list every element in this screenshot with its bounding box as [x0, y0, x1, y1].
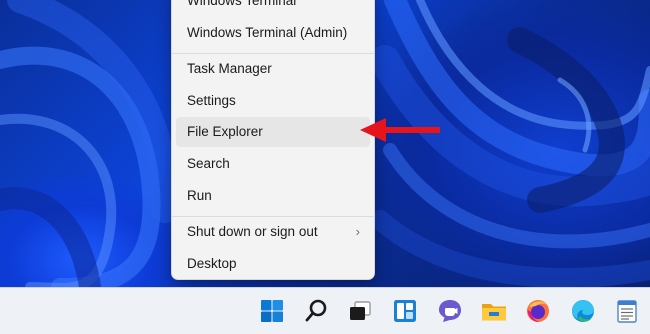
- search-icon[interactable]: [302, 297, 330, 325]
- menu-item-shut-down[interactable]: Shut down or sign out ›: [176, 217, 370, 247]
- teams-chat-icon[interactable]: [436, 297, 464, 325]
- widgets-icon[interactable]: [391, 297, 419, 325]
- file-explorer-icon[interactable]: [480, 297, 508, 325]
- menu-item-task-manager[interactable]: Task Manager: [176, 54, 370, 84]
- menu-item-search[interactable]: Search: [176, 149, 370, 179]
- menu-item-windows-terminal-admin[interactable]: Windows Terminal (Admin): [176, 18, 370, 48]
- firefox-icon[interactable]: [524, 297, 552, 325]
- menu-item-label: Windows Terminal: [187, 0, 297, 8]
- menu-item-run[interactable]: Run: [176, 181, 370, 211]
- winx-context-menu: Windows Terminal Windows Terminal (Admin…: [171, 0, 375, 280]
- menu-item-label: Settings: [187, 93, 236, 108]
- taskbar: [0, 287, 650, 334]
- menu-item-label: Search: [187, 156, 230, 171]
- menu-item-label: File Explorer: [187, 124, 263, 139]
- notepad-icon[interactable]: [613, 297, 641, 325]
- menu-item-label: Run: [187, 188, 212, 203]
- menu-item-label: Windows Terminal (Admin): [187, 25, 348, 40]
- task-view-icon[interactable]: [346, 297, 374, 325]
- menu-item-label: Shut down or sign out: [187, 224, 318, 239]
- menu-item-desktop[interactable]: Desktop: [176, 249, 370, 279]
- menu-item-label: Task Manager: [187, 61, 272, 76]
- edge-icon[interactable]: [569, 297, 597, 325]
- menu-item-label: Desktop: [187, 256, 237, 271]
- menu-item-windows-terminal[interactable]: Windows Terminal: [176, 0, 370, 16]
- menu-item-file-explorer[interactable]: File Explorer: [176, 117, 370, 147]
- start-icon[interactable]: [258, 297, 286, 325]
- annotation-arrow-file-explorer: [360, 118, 440, 142]
- chevron-right-icon: ›: [355, 224, 360, 239]
- menu-item-settings[interactable]: Settings: [176, 86, 370, 116]
